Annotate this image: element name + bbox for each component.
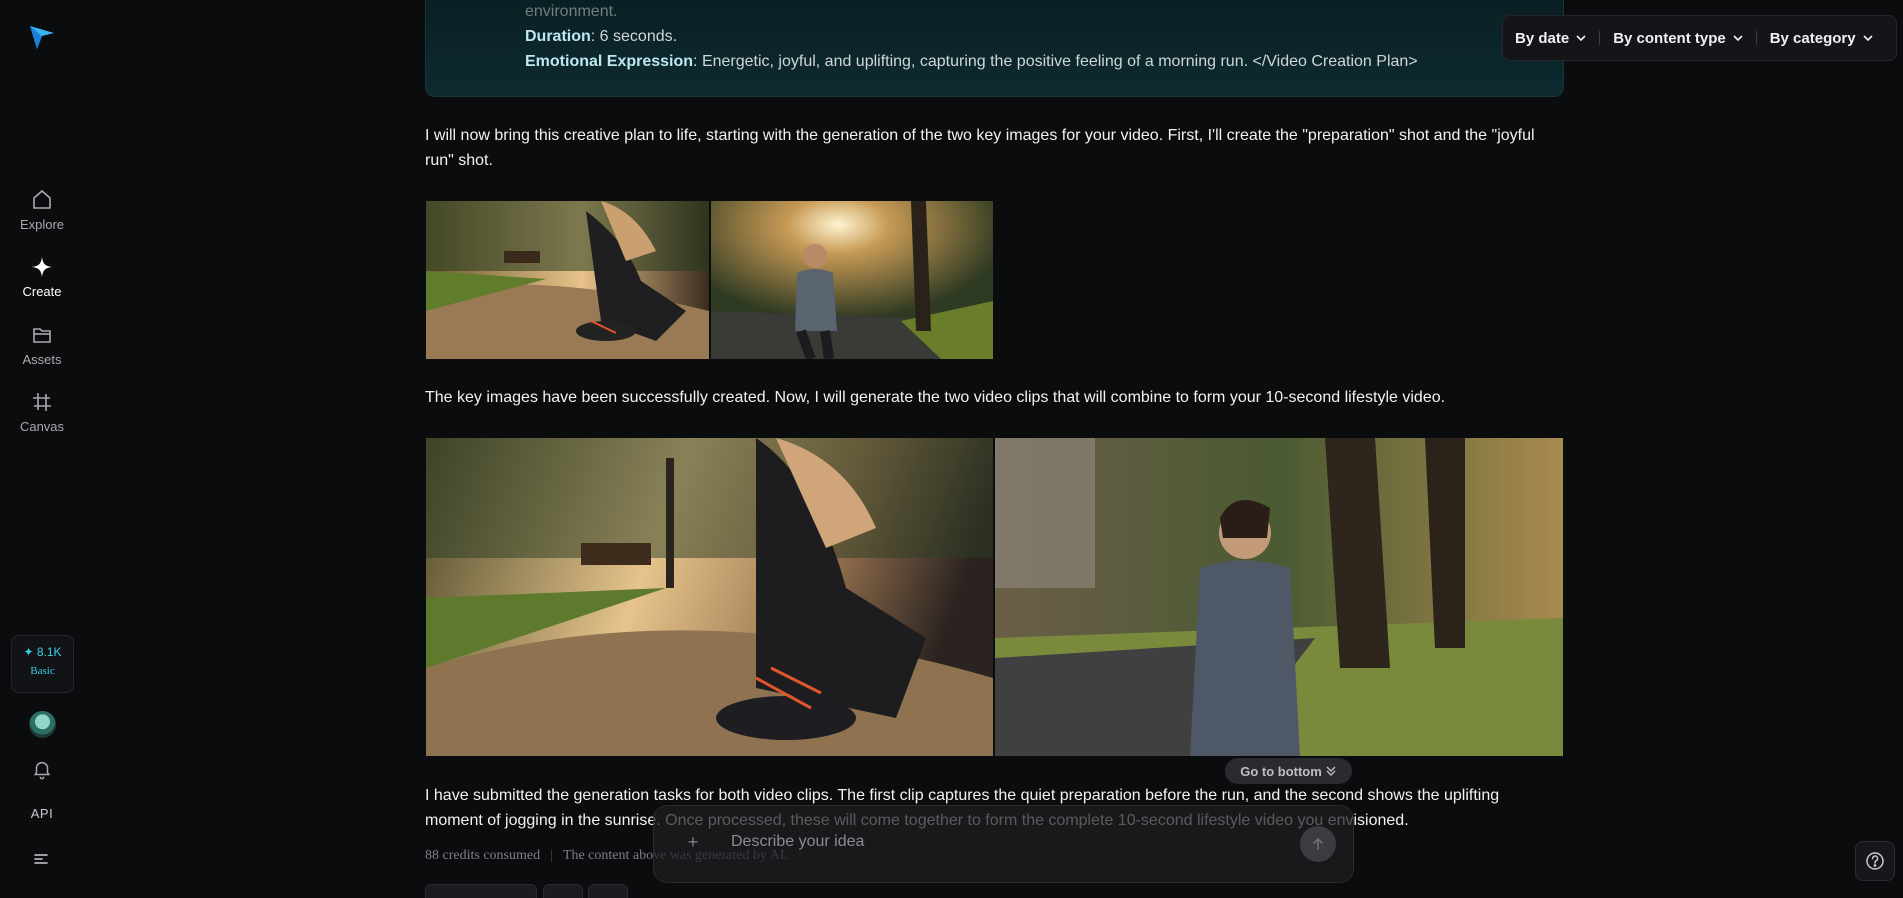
nav-assets[interactable]: Assets [0,323,84,369]
filter-by-date-label: By date [1515,29,1570,47]
plan-emotion-label: Emotional Expression [525,53,694,70]
generated-image-preparation[interactable] [426,201,709,359]
assistant-message-1: I will now bring this creative plan to l… [425,127,1535,169]
api-link[interactable]: API [0,806,84,821]
nav-canvas-label: Canvas [19,419,65,434]
sparkle-icon [32,257,52,277]
plan-label: Basic [30,665,55,677]
avatar[interactable] [29,711,56,738]
chevron-down-icon [1863,35,1873,42]
plan-emotion-value: : Energetic, joyful, and uplifting, capt… [693,53,1418,70]
video-creation-plan-card: environment. Duration: 6 seconds. Emotio… [425,0,1564,97]
sidebar: Explore Create Assets Canvas ✦ 8.1K Basi… [0,0,84,898]
help-button[interactable] [1855,841,1895,881]
nav-explore[interactable]: Explore [0,188,84,234]
bell-icon[interactable] [31,758,53,780]
chat-thread: environment. Duration: 6 seconds. Emotio… [425,0,1565,898]
arrow-up-icon [1313,837,1323,850]
credits-consumed: 88 credits consumed [425,848,541,863]
app-logo-icon[interactable] [27,22,57,52]
filter-by-content-type-label: By content type [1613,29,1726,47]
meta-separator: | [550,848,553,863]
filter-bar: By date By content type By category [1502,15,1897,61]
plan-emotion: Emotional Expression: Energetic, joyful,… [525,53,1418,71]
app-root: Explore Create Assets Canvas ✦ 8.1K Basi… [0,0,1903,898]
filter-by-category[interactable]: By category [1770,30,1873,47]
chevron-down-icon [1733,35,1743,42]
chevron-down-icon [1576,35,1586,42]
nav-explore-label: Explore [19,217,65,232]
go-to-bottom-label: Go to bottom [1240,763,1322,779]
folder-icon [33,328,51,343]
menu-icon[interactable] [33,850,51,868]
filter-by-category-label: By category [1769,29,1856,47]
send-button[interactable] [1300,826,1336,862]
prompt-composer: + [653,805,1354,883]
filter-by-date[interactable]: By date [1515,30,1586,47]
question-icon [1866,852,1884,870]
plan-duration-label: Duration [525,28,591,45]
filter-by-content-type[interactable]: By content type [1613,30,1743,47]
credits-amount: ✦ 8.1K [23,645,62,659]
video-clip-joyful-run[interactable] [995,438,1563,756]
nav-canvas[interactable]: Canvas [0,390,84,436]
home-icon [33,189,51,209]
idea-input[interactable] [731,830,1251,854]
plan-faded-line: environment. [525,3,618,20]
video-clip-preparation[interactable] [426,438,993,756]
nav-assets-label: Assets [22,352,62,367]
message-action-button-primary[interactable] [425,884,537,898]
credits-badge[interactable]: ✦ 8.1K Basic [11,635,74,693]
add-attachment-button[interactable]: + [682,831,704,853]
assistant-message-2: The key images have been successfully cr… [425,389,1446,406]
plan-duration-value: : 6 seconds. [590,28,678,45]
filter-divider [1755,31,1757,45]
plan-duration: Duration: 6 seconds. [525,28,677,46]
crop-icon [33,393,51,411]
message-action-button-secondary[interactable] [543,884,583,898]
double-chevron-down-icon [1326,766,1336,776]
go-to-bottom-button[interactable]: Go to bottom [1225,758,1352,784]
filter-divider [1599,31,1601,45]
nav-create-label: Create [22,284,62,299]
message-action-button-tertiary[interactable] [588,884,628,898]
nav-create[interactable]: Create [0,255,84,301]
generated-image-joyful-run[interactable] [711,201,993,359]
